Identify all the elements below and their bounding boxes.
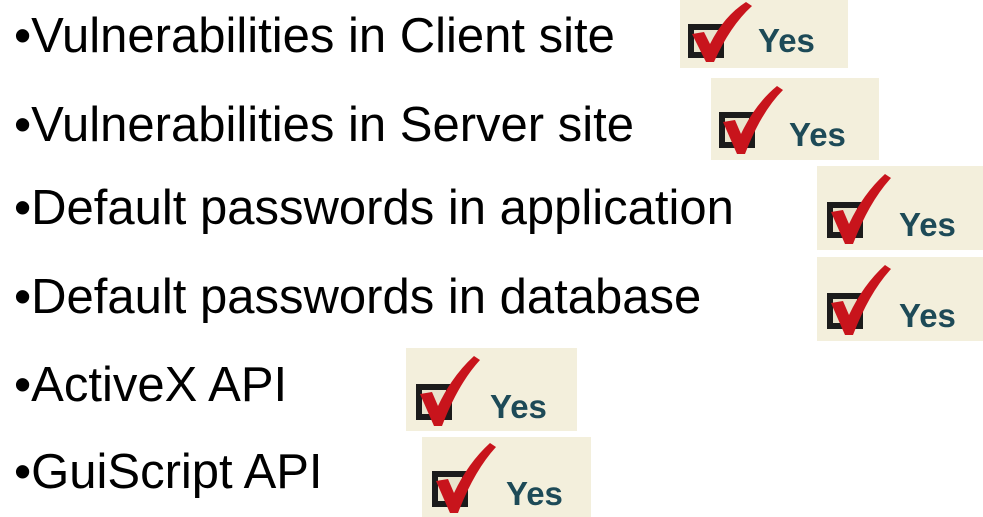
- yes-badge: Yes: [422, 437, 591, 517]
- bullet: •: [14, 270, 32, 324]
- list-item: •ActiveX API: [14, 361, 287, 410]
- item-label: Default passwords in database: [31, 270, 702, 324]
- yes-badge: Yes: [817, 166, 983, 250]
- yes-label: Yes: [490, 388, 547, 425]
- bullet: •: [14, 98, 32, 152]
- bullet: •: [14, 9, 32, 63]
- list-item: •Vulnerabilities in Server site: [14, 101, 634, 150]
- item-label: GuiScript API: [31, 445, 323, 499]
- item-label: Vulnerabilities in Server site: [31, 98, 634, 152]
- yes-label: Yes: [789, 116, 846, 153]
- yes-badge: Yes: [680, 0, 848, 68]
- yes-label: Yes: [899, 206, 956, 243]
- item-label: Vulnerabilities in Client site: [31, 9, 615, 63]
- yes-badge: Yes: [817, 257, 983, 341]
- item-label: ActiveX API: [31, 358, 288, 412]
- list-item: •Default passwords in application: [14, 184, 734, 233]
- yes-badge: Yes: [406, 348, 577, 431]
- bullet: •: [14, 358, 32, 412]
- list-item: •Default passwords in database: [14, 273, 701, 322]
- bullet: •: [14, 445, 32, 499]
- bullet: •: [14, 181, 32, 235]
- yes-badge: Yes: [711, 78, 879, 160]
- yes-label: Yes: [899, 297, 956, 334]
- list-item: •Vulnerabilities in Client site: [14, 12, 615, 61]
- item-label: Default passwords in application: [31, 181, 734, 235]
- checkmark-icon: [416, 356, 480, 426]
- list-item: •GuiScript API: [14, 448, 323, 497]
- checkmark-icon: [688, 2, 752, 62]
- checkmark-icon: [827, 174, 891, 244]
- yes-label: Yes: [758, 22, 815, 59]
- yes-label: Yes: [506, 475, 563, 512]
- checkmark-icon: [432, 443, 496, 513]
- checkmark-icon: [719, 86, 783, 154]
- checkmark-icon: [827, 265, 891, 335]
